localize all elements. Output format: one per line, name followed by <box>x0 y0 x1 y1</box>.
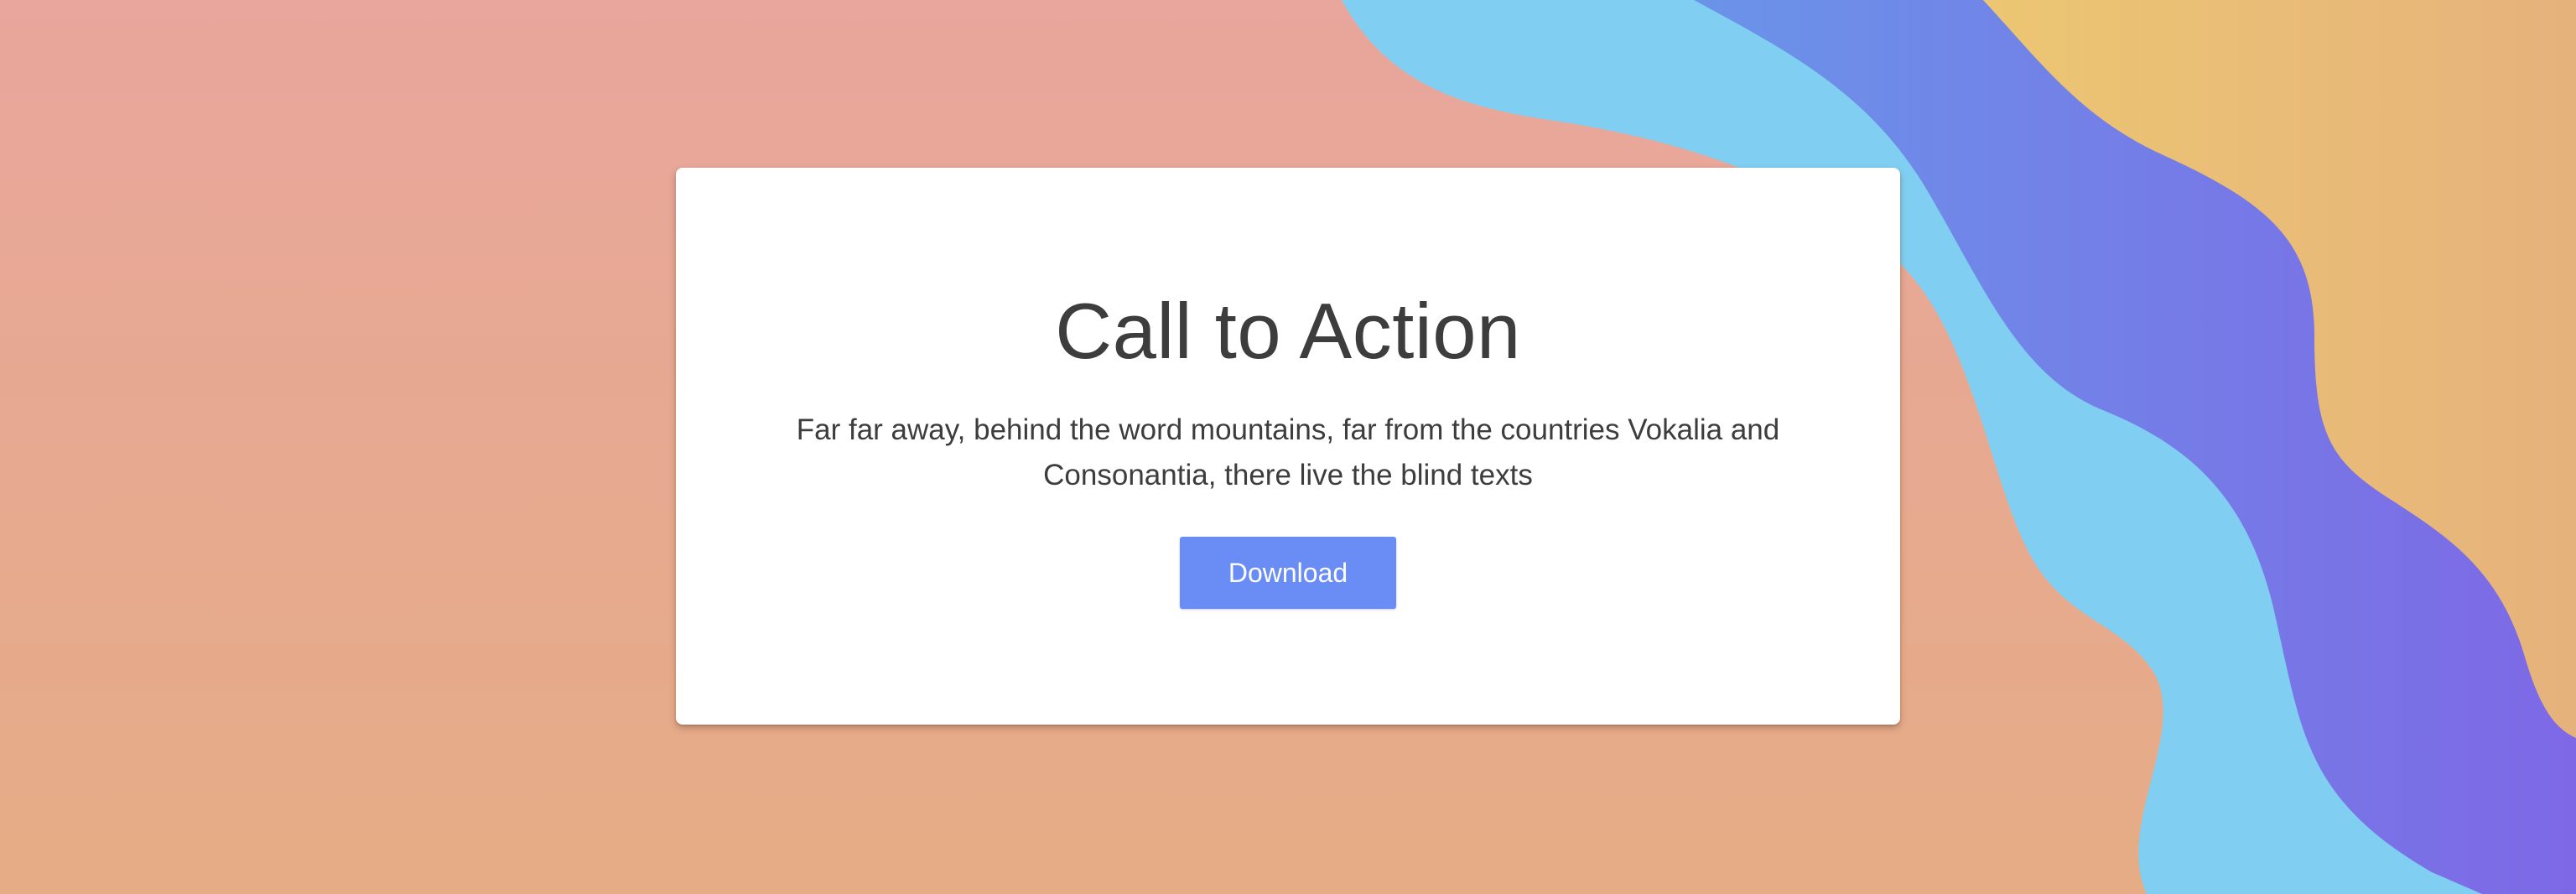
cta-description: Far far away, behind the word mountains,… <box>796 413 1780 491</box>
cta-title: Call to Action <box>1055 287 1521 375</box>
hero-section: Call to Action Far far away, behind the … <box>0 0 2576 894</box>
cta-card: Call to Action Far far away, behind the … <box>676 168 1900 725</box>
download-button[interactable]: Download <box>1180 537 1396 609</box>
